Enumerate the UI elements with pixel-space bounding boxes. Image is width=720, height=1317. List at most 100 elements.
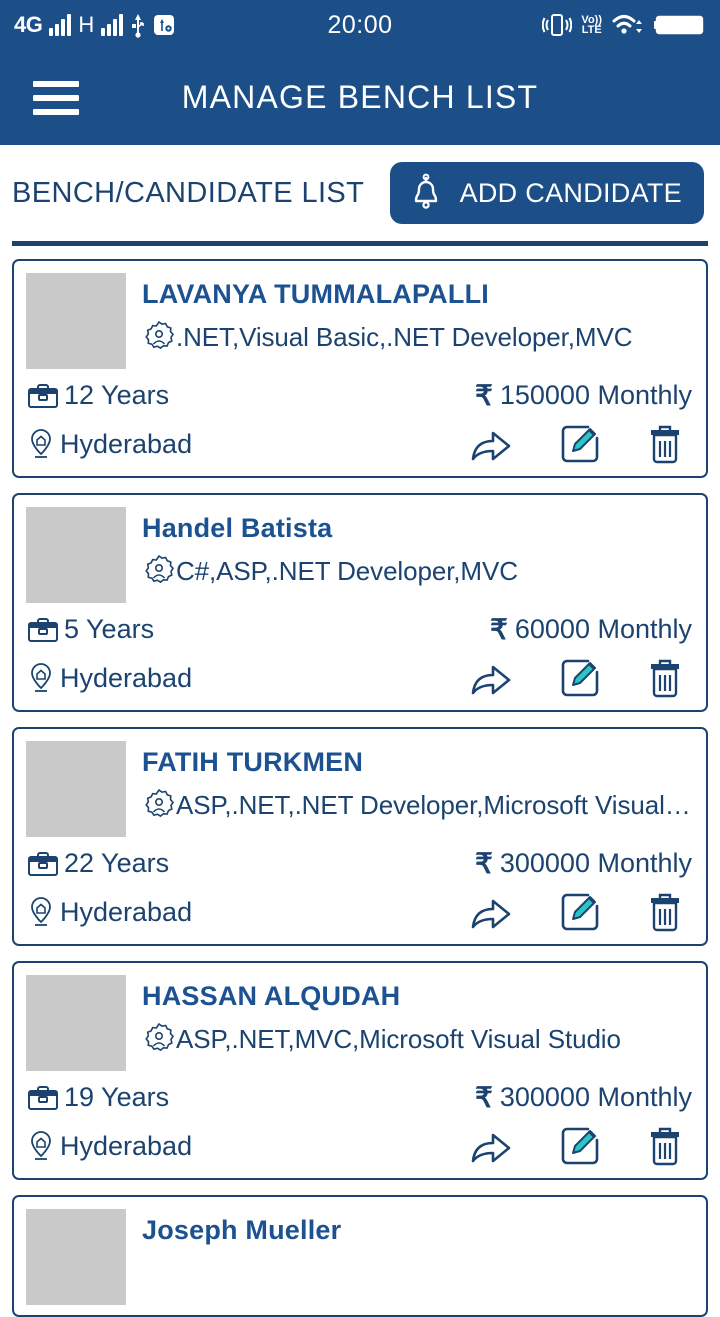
hamburger-bar xyxy=(33,80,79,87)
rupee-icon: ₹ xyxy=(475,848,493,879)
salary-field: ₹ 300000 Monthly xyxy=(475,847,692,880)
hamburger-bar xyxy=(33,94,79,101)
edit-icon[interactable] xyxy=(558,656,602,700)
card-info: Handel Batista C#,ASP,.NET Developer,MVC xyxy=(142,507,692,603)
add-candidate-label: ADD CANDIDATE xyxy=(459,177,682,208)
location-pin-icon xyxy=(26,895,60,929)
experience-salary-row: 22 Years ₹ 300000 Monthly xyxy=(26,847,692,880)
briefcase-icon xyxy=(26,1083,64,1113)
section-title: BENCH/CANDIDATE LIST xyxy=(12,176,365,209)
share-icon[interactable] xyxy=(468,423,514,465)
candidate-skills: .NET,Visual Basic,.NET Developer,MVC xyxy=(176,321,633,352)
skill-row: ASP,.NET,MVC,Microsoft Visual Studio xyxy=(142,1022,692,1056)
card-info: FATIH TURKMEN ASP,.NET,.NET Developer,Mi… xyxy=(142,741,692,837)
share-icon[interactable] xyxy=(468,891,514,933)
salary-value: 150000 Monthly xyxy=(499,380,692,410)
delete-icon[interactable] xyxy=(646,656,684,700)
share-icon[interactable] xyxy=(468,1125,514,1167)
experience-salary-row: 5 Years ₹ 60000 Monthly xyxy=(26,613,692,646)
briefcase-icon xyxy=(26,615,64,645)
edit-icon[interactable] xyxy=(558,1124,602,1168)
rupee-icon: ₹ xyxy=(490,614,508,645)
candidate-name: HASSAN ALQUDAH xyxy=(142,981,401,1011)
candidate-name: Handel Batista xyxy=(142,513,333,543)
table-row[interactable]: Joseph Mueller xyxy=(12,1195,708,1317)
location-actions-row: Hyderabad xyxy=(26,1124,692,1168)
candidate-name: FATIH TURKMEN xyxy=(142,747,364,777)
delete-icon[interactable] xyxy=(646,422,684,466)
card-info: Joseph Mueller xyxy=(142,1209,692,1305)
location-field: Hyderabad xyxy=(26,661,192,695)
location-pin-icon xyxy=(26,661,60,695)
table-row[interactable]: FATIH TURKMEN ASP,.NET,.NET Developer,Mi… xyxy=(12,727,708,946)
location-value: Hyderabad xyxy=(60,896,193,927)
app-bar: MANAGE BENCH LIST xyxy=(0,50,720,145)
delete-icon[interactable] xyxy=(646,1124,684,1168)
skill-row: ASP,.NET,.NET Developer,Microsoft Visual… xyxy=(142,788,692,822)
skill-badge-icon xyxy=(142,554,176,588)
card-actions xyxy=(468,656,692,700)
card-info: HASSAN ALQUDAH ASP,.NET,MVC,Microsoft Vi… xyxy=(142,975,692,1071)
hamburger-bar xyxy=(33,108,79,115)
location-field: Hyderabad xyxy=(26,427,192,461)
edit-icon[interactable] xyxy=(558,890,602,934)
card-actions xyxy=(468,890,692,934)
card-actions xyxy=(468,422,692,466)
table-row[interactable]: LAVANYA TUMMALAPALLI .NET,Visual Basic,.… xyxy=(12,259,708,478)
skill-badge-icon xyxy=(142,1022,176,1056)
avatar xyxy=(26,741,126,837)
salary-value: 300000 Monthly xyxy=(499,848,692,878)
avatar xyxy=(26,273,126,369)
briefcase-icon xyxy=(26,381,64,411)
rupee-icon: ₹ xyxy=(475,380,493,411)
card-top: Handel Batista C#,ASP,.NET Developer,MVC xyxy=(26,507,692,603)
header-divider xyxy=(12,241,708,246)
experience-salary-row: 19 Years ₹ 300000 Monthly xyxy=(26,1081,692,1114)
candidate-skills: ASP,.NET,MVC,Microsoft Visual Studio xyxy=(176,1023,621,1054)
location-actions-row: Hyderabad xyxy=(26,422,692,466)
table-row[interactable]: Handel Batista C#,ASP,.NET Developer,MVC… xyxy=(12,493,708,712)
page-title: MANAGE BENCH LIST xyxy=(181,79,539,115)
experience-value: 5 Years xyxy=(64,614,155,644)
location-value: Hyderabad xyxy=(60,662,193,693)
experience-field: 19 Years xyxy=(26,1082,169,1113)
card-info: LAVANYA TUMMALAPALLI .NET,Visual Basic,.… xyxy=(142,273,692,369)
hamburger-menu-icon[interactable] xyxy=(33,80,79,115)
candidate-list: LAVANYA TUMMALAPALLI .NET,Visual Basic,.… xyxy=(0,259,720,1317)
salary-field: ₹ 150000 Monthly xyxy=(475,379,692,412)
location-pin-icon xyxy=(26,427,60,461)
location-value: Hyderabad xyxy=(60,1130,193,1161)
location-field: Hyderabad xyxy=(26,895,192,929)
candidate-name: LAVANYA TUMMALAPALLI xyxy=(142,279,489,309)
experience-value: 22 Years xyxy=(64,848,170,878)
add-candidate-button[interactable]: ADD CANDIDATE xyxy=(389,162,704,224)
status-bar: 4G H 20:00 Vo)) LTE xyxy=(0,0,720,50)
delete-icon[interactable] xyxy=(646,890,684,934)
experience-salary-row: 12 Years ₹ 150000 Monthly xyxy=(26,379,692,412)
rupee-icon: ₹ xyxy=(475,1082,493,1113)
skill-row: .NET,Visual Basic,.NET Developer,MVC xyxy=(142,320,692,354)
skill-badge-icon xyxy=(142,320,176,354)
experience-value: 19 Years xyxy=(64,1082,170,1112)
location-pin-icon xyxy=(26,1129,60,1163)
card-top: FATIH TURKMEN ASP,.NET,.NET Developer,Mi… xyxy=(26,741,692,837)
candidate-name: Joseph Mueller xyxy=(142,1215,342,1245)
experience-field: 12 Years xyxy=(26,380,169,411)
card-top: LAVANYA TUMMALAPALLI .NET,Visual Basic,.… xyxy=(26,273,692,369)
card-top: Joseph Mueller xyxy=(26,1209,692,1305)
briefcase-icon xyxy=(26,849,64,879)
bell-icon xyxy=(408,173,444,213)
share-icon[interactable] xyxy=(468,657,514,699)
salary-field: ₹ 60000 Monthly xyxy=(490,613,692,646)
salary-field: ₹ 300000 Monthly xyxy=(475,1081,692,1114)
candidate-skills: ASP,.NET,.NET Developer,Microsoft Visual… xyxy=(176,789,692,820)
location-actions-row: Hyderabad xyxy=(26,656,692,700)
table-row[interactable]: HASSAN ALQUDAH ASP,.NET,MVC,Microsoft Vi… xyxy=(12,961,708,1180)
status-bar-clock: 20:00 xyxy=(327,10,393,39)
card-actions xyxy=(468,1124,692,1168)
skill-row: C#,ASP,.NET Developer,MVC xyxy=(142,554,692,588)
edit-icon[interactable] xyxy=(558,422,602,466)
section-header: BENCH/CANDIDATE LIST ADD CANDIDATE xyxy=(0,145,720,241)
experience-value: 12 Years xyxy=(64,380,170,410)
avatar xyxy=(26,507,126,603)
